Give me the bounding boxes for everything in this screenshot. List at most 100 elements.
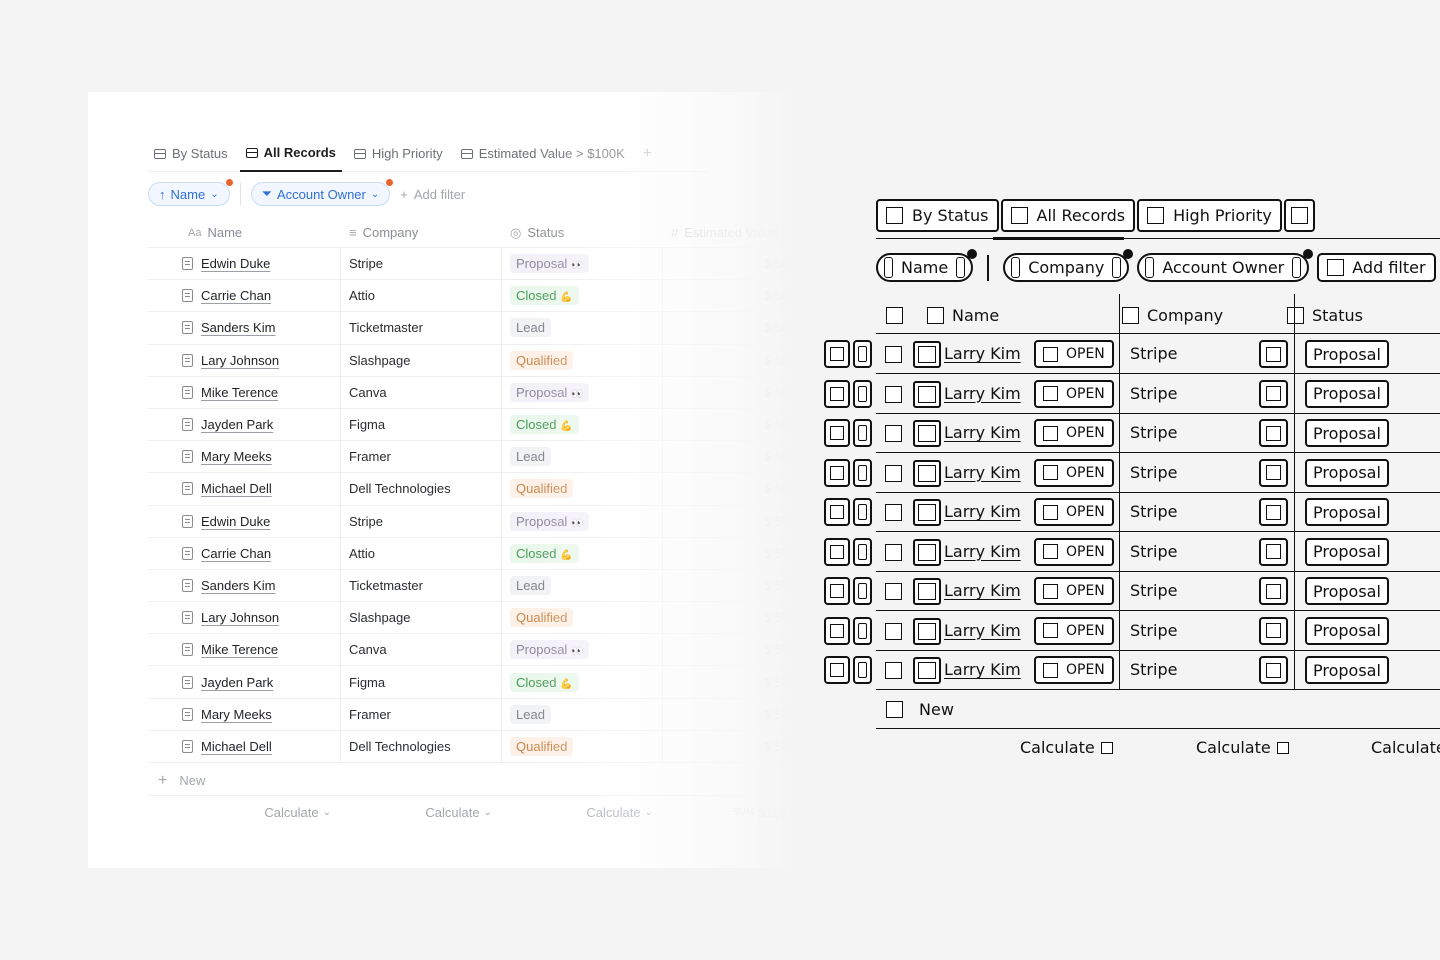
company-cell[interactable]: Stripe xyxy=(1130,423,1177,442)
add-filter-button[interactable]: + Add filter xyxy=(400,187,465,202)
record-name-link[interactable]: Edwin Duke xyxy=(201,256,270,271)
company-cell[interactable]: Canva xyxy=(341,634,502,666)
estimated-value-cell[interactable]: $ 50,0 xyxy=(663,473,808,504)
company-cell[interactable]: Stripe xyxy=(1130,502,1177,521)
record-name-link[interactable]: Mary Meeks xyxy=(201,449,272,464)
record-name-link[interactable]: Carrie Chan xyxy=(201,288,271,303)
column-header-company[interactable]: Company xyxy=(1147,306,1287,325)
expand-button[interactable] xyxy=(824,419,850,447)
status-cell[interactable]: Lead xyxy=(502,312,663,344)
company-link-button[interactable] xyxy=(1259,419,1288,447)
open-record-button[interactable]: OPEN xyxy=(1034,498,1114,526)
expand-button[interactable] xyxy=(824,577,850,605)
wire-tab-all-records[interactable]: All Records xyxy=(1000,199,1136,232)
row-checkbox[interactable] xyxy=(885,543,902,561)
record-name-link[interactable]: Larry Kim xyxy=(944,581,1021,600)
column-header-status[interactable]: Status xyxy=(1312,306,1363,325)
expand-button[interactable] xyxy=(824,458,850,487)
column-header-name[interactable]: Aa Name xyxy=(148,218,341,247)
row-checkbox[interactable] xyxy=(885,385,902,403)
status-cell[interactable]: Qualified xyxy=(502,602,663,634)
table-row[interactable]: Mike Terence Canva Proposal 👀 $ 50,0 xyxy=(148,634,808,667)
status-cell[interactable]: Lead xyxy=(502,569,663,602)
status-badge[interactable]: Proposal xyxy=(1305,616,1389,645)
status-badge[interactable]: Proposal xyxy=(1305,340,1389,368)
row-checkbox[interactable] xyxy=(885,504,902,521)
company-cell[interactable]: Framer xyxy=(341,441,502,473)
row-handle[interactable] xyxy=(824,419,872,447)
view-tab-high-priority[interactable]: High Priority xyxy=(348,136,449,172)
estimated-value-cell[interactable]: $ 50,0 xyxy=(663,699,808,730)
new-record-button[interactable]: + New xyxy=(148,766,748,796)
estimated-value-cell[interactable]: $ 50,0 xyxy=(663,312,808,343)
table-row[interactable]: Lary Johnson Slashpage Qualified $ 50,0 xyxy=(148,344,808,377)
table-row[interactable]: Michael Dell Dell Technologies Qualified $ … xyxy=(148,730,808,763)
estimated-value-cell[interactable]: $ 50,0 xyxy=(663,409,808,440)
add-view-button[interactable]: + xyxy=(637,136,658,172)
company-link-button[interactable] xyxy=(1259,340,1288,368)
filter-chip-account-owner[interactable]: ⏷ Account Owner ⌄ xyxy=(250,179,394,206)
company-cell[interactable]: Dell Technologies xyxy=(341,473,502,505)
company-cell[interactable]: Stripe xyxy=(1130,463,1177,482)
company-cell[interactable]: Framer xyxy=(341,698,502,730)
column-header-company[interactable]: ≡ Company xyxy=(341,218,502,247)
record-name-link[interactable]: Larry Kim xyxy=(944,384,1021,403)
wire-table-row[interactable]: Larry Kim OPEN Stripe Proposal xyxy=(820,533,1440,573)
estimated-value-cell[interactable]: $ 50,0 xyxy=(663,506,808,537)
expand-button[interactable] xyxy=(824,379,850,408)
record-name-link[interactable]: Larry Kim xyxy=(944,423,1021,442)
calculate-company[interactable]: Calculate ⌄ xyxy=(341,800,502,824)
drag-handle[interactable] xyxy=(853,458,872,487)
drag-handle[interactable] xyxy=(853,379,872,408)
expand-button[interactable] xyxy=(824,537,850,566)
drag-handle[interactable] xyxy=(853,577,872,605)
open-record-button[interactable]: OPEN xyxy=(1034,577,1114,605)
status-cell[interactable]: Lead xyxy=(502,698,663,730)
wire-new-record-button[interactable]: New xyxy=(876,690,1440,729)
estimated-value-cell[interactable]: $ 50,0 xyxy=(663,377,808,408)
wire-table-row[interactable]: Larry Kim OPEN Stripe Proposal xyxy=(820,612,1440,652)
estimated-value-cell[interactable]: $ 50,0 xyxy=(663,602,808,633)
open-record-button[interactable]: OPEN xyxy=(1034,419,1114,447)
row-checkbox[interactable] xyxy=(885,346,902,363)
status-badge[interactable]: Proposal xyxy=(1305,458,1389,487)
row-checkbox[interactable] xyxy=(885,662,902,679)
company-cell[interactable]: Ticketmaster xyxy=(341,569,502,602)
wire-calculate-name[interactable]: Calculate xyxy=(1020,738,1113,757)
row-checkbox[interactable] xyxy=(885,622,902,640)
wire-add-filter-button[interactable]: Add filter xyxy=(1317,253,1436,282)
status-cell[interactable]: Closed 💪 xyxy=(502,280,663,312)
open-record-button[interactable]: OPEN xyxy=(1034,537,1114,566)
record-name-link[interactable]: Lary Johnson xyxy=(201,353,279,368)
wire-chip-name[interactable]: Name xyxy=(876,249,978,282)
table-row[interactable]: Jayden Park Figma Closed 💪 $ 50,0 xyxy=(148,408,808,442)
status-badge[interactable]: Proposal xyxy=(1305,379,1389,408)
wire-table-row[interactable]: Larry Kim OPEN Stripe Proposal xyxy=(820,454,1440,494)
wire-table-row[interactable]: Larry Kim OPEN Stripe Proposal xyxy=(820,335,1440,375)
row-checkbox[interactable] xyxy=(885,425,902,442)
status-cell[interactable]: Closed 💪 xyxy=(502,408,663,441)
view-tab-estimated-value-100k[interactable]: Estimated Value > $100K xyxy=(455,136,631,172)
record-name-link[interactable]: Lary Johnson xyxy=(201,610,279,625)
open-record-button[interactable]: OPEN xyxy=(1034,379,1114,408)
company-cell[interactable]: Slashpage xyxy=(341,602,502,634)
expand-button[interactable] xyxy=(824,498,850,526)
drag-handle[interactable] xyxy=(853,340,872,368)
wire-tab-high-priority[interactable]: High Priority xyxy=(1137,199,1282,232)
record-name-link[interactable]: Edwin Duke xyxy=(201,514,270,529)
company-link-button[interactable] xyxy=(1259,577,1288,605)
wire-table-row[interactable]: Larry Kim OPEN Stripe Proposal xyxy=(820,414,1440,454)
row-handle[interactable] xyxy=(824,616,872,645)
record-name-link[interactable]: Mike Terence xyxy=(201,385,278,400)
row-checkbox[interactable] xyxy=(885,583,902,600)
estimated-value-cell[interactable]: $ 50,0 xyxy=(663,634,808,665)
row-handle[interactable] xyxy=(824,537,872,566)
company-link-button[interactable] xyxy=(1259,458,1288,487)
record-name-link[interactable]: Mike Terence xyxy=(201,642,278,657)
wire-table-row[interactable]: Larry Kim OPEN Stripe Proposal xyxy=(820,493,1440,533)
status-badge[interactable]: Proposal xyxy=(1305,537,1389,566)
wire-calculate-company[interactable]: Calculate xyxy=(1196,738,1289,757)
table-row[interactable]: Mike Terence Canva Proposal 👀 $ 50,0 xyxy=(148,376,808,409)
row-handle[interactable] xyxy=(824,379,872,408)
company-cell[interactable]: Canva xyxy=(341,376,502,408)
